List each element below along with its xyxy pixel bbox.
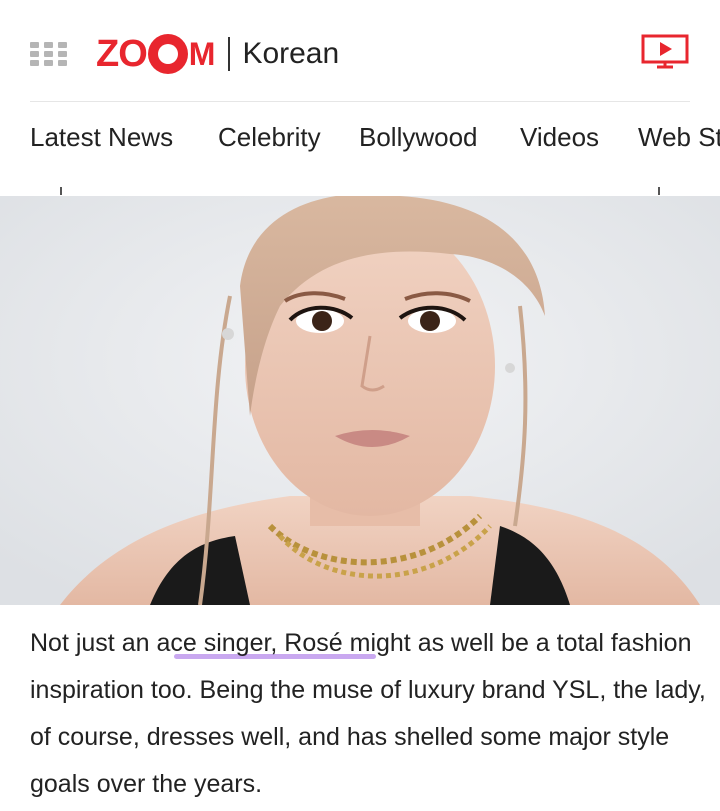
nav-item-bollywood[interactable]: Bollywood [359, 122, 478, 153]
logo-divider [228, 37, 231, 71]
nav-item-celebrity[interactable]: Celebrity [218, 122, 321, 153]
category-nav: Latest News Celebrity Bollywood Videos W… [0, 102, 720, 194]
hero-image [0, 196, 720, 605]
nav-item-latest-news[interactable]: Latest News [30, 122, 173, 153]
nav-item-web-stories[interactable]: Web St [638, 122, 720, 153]
article-highlight-link[interactable]: ace singer, Rosé [156, 620, 342, 667]
logo-wordmark: ZO M [96, 33, 215, 75]
site-header: ZO M Korean [0, 0, 720, 102]
article-text-start: Not just an [30, 629, 157, 657]
carousel-marker-right [658, 187, 660, 195]
zoom-logo[interactable]: ZO M Korean [96, 28, 339, 80]
tv-icon[interactable] [641, 34, 689, 70]
menu-grid-icon[interactable] [30, 42, 68, 66]
nav-item-videos[interactable]: Videos [520, 122, 599, 153]
article-paragraph: Not just an ace singer, Rosé might as we… [30, 620, 710, 808]
carousel-marker-left [60, 187, 62, 195]
section-title: Korean [242, 37, 340, 70]
